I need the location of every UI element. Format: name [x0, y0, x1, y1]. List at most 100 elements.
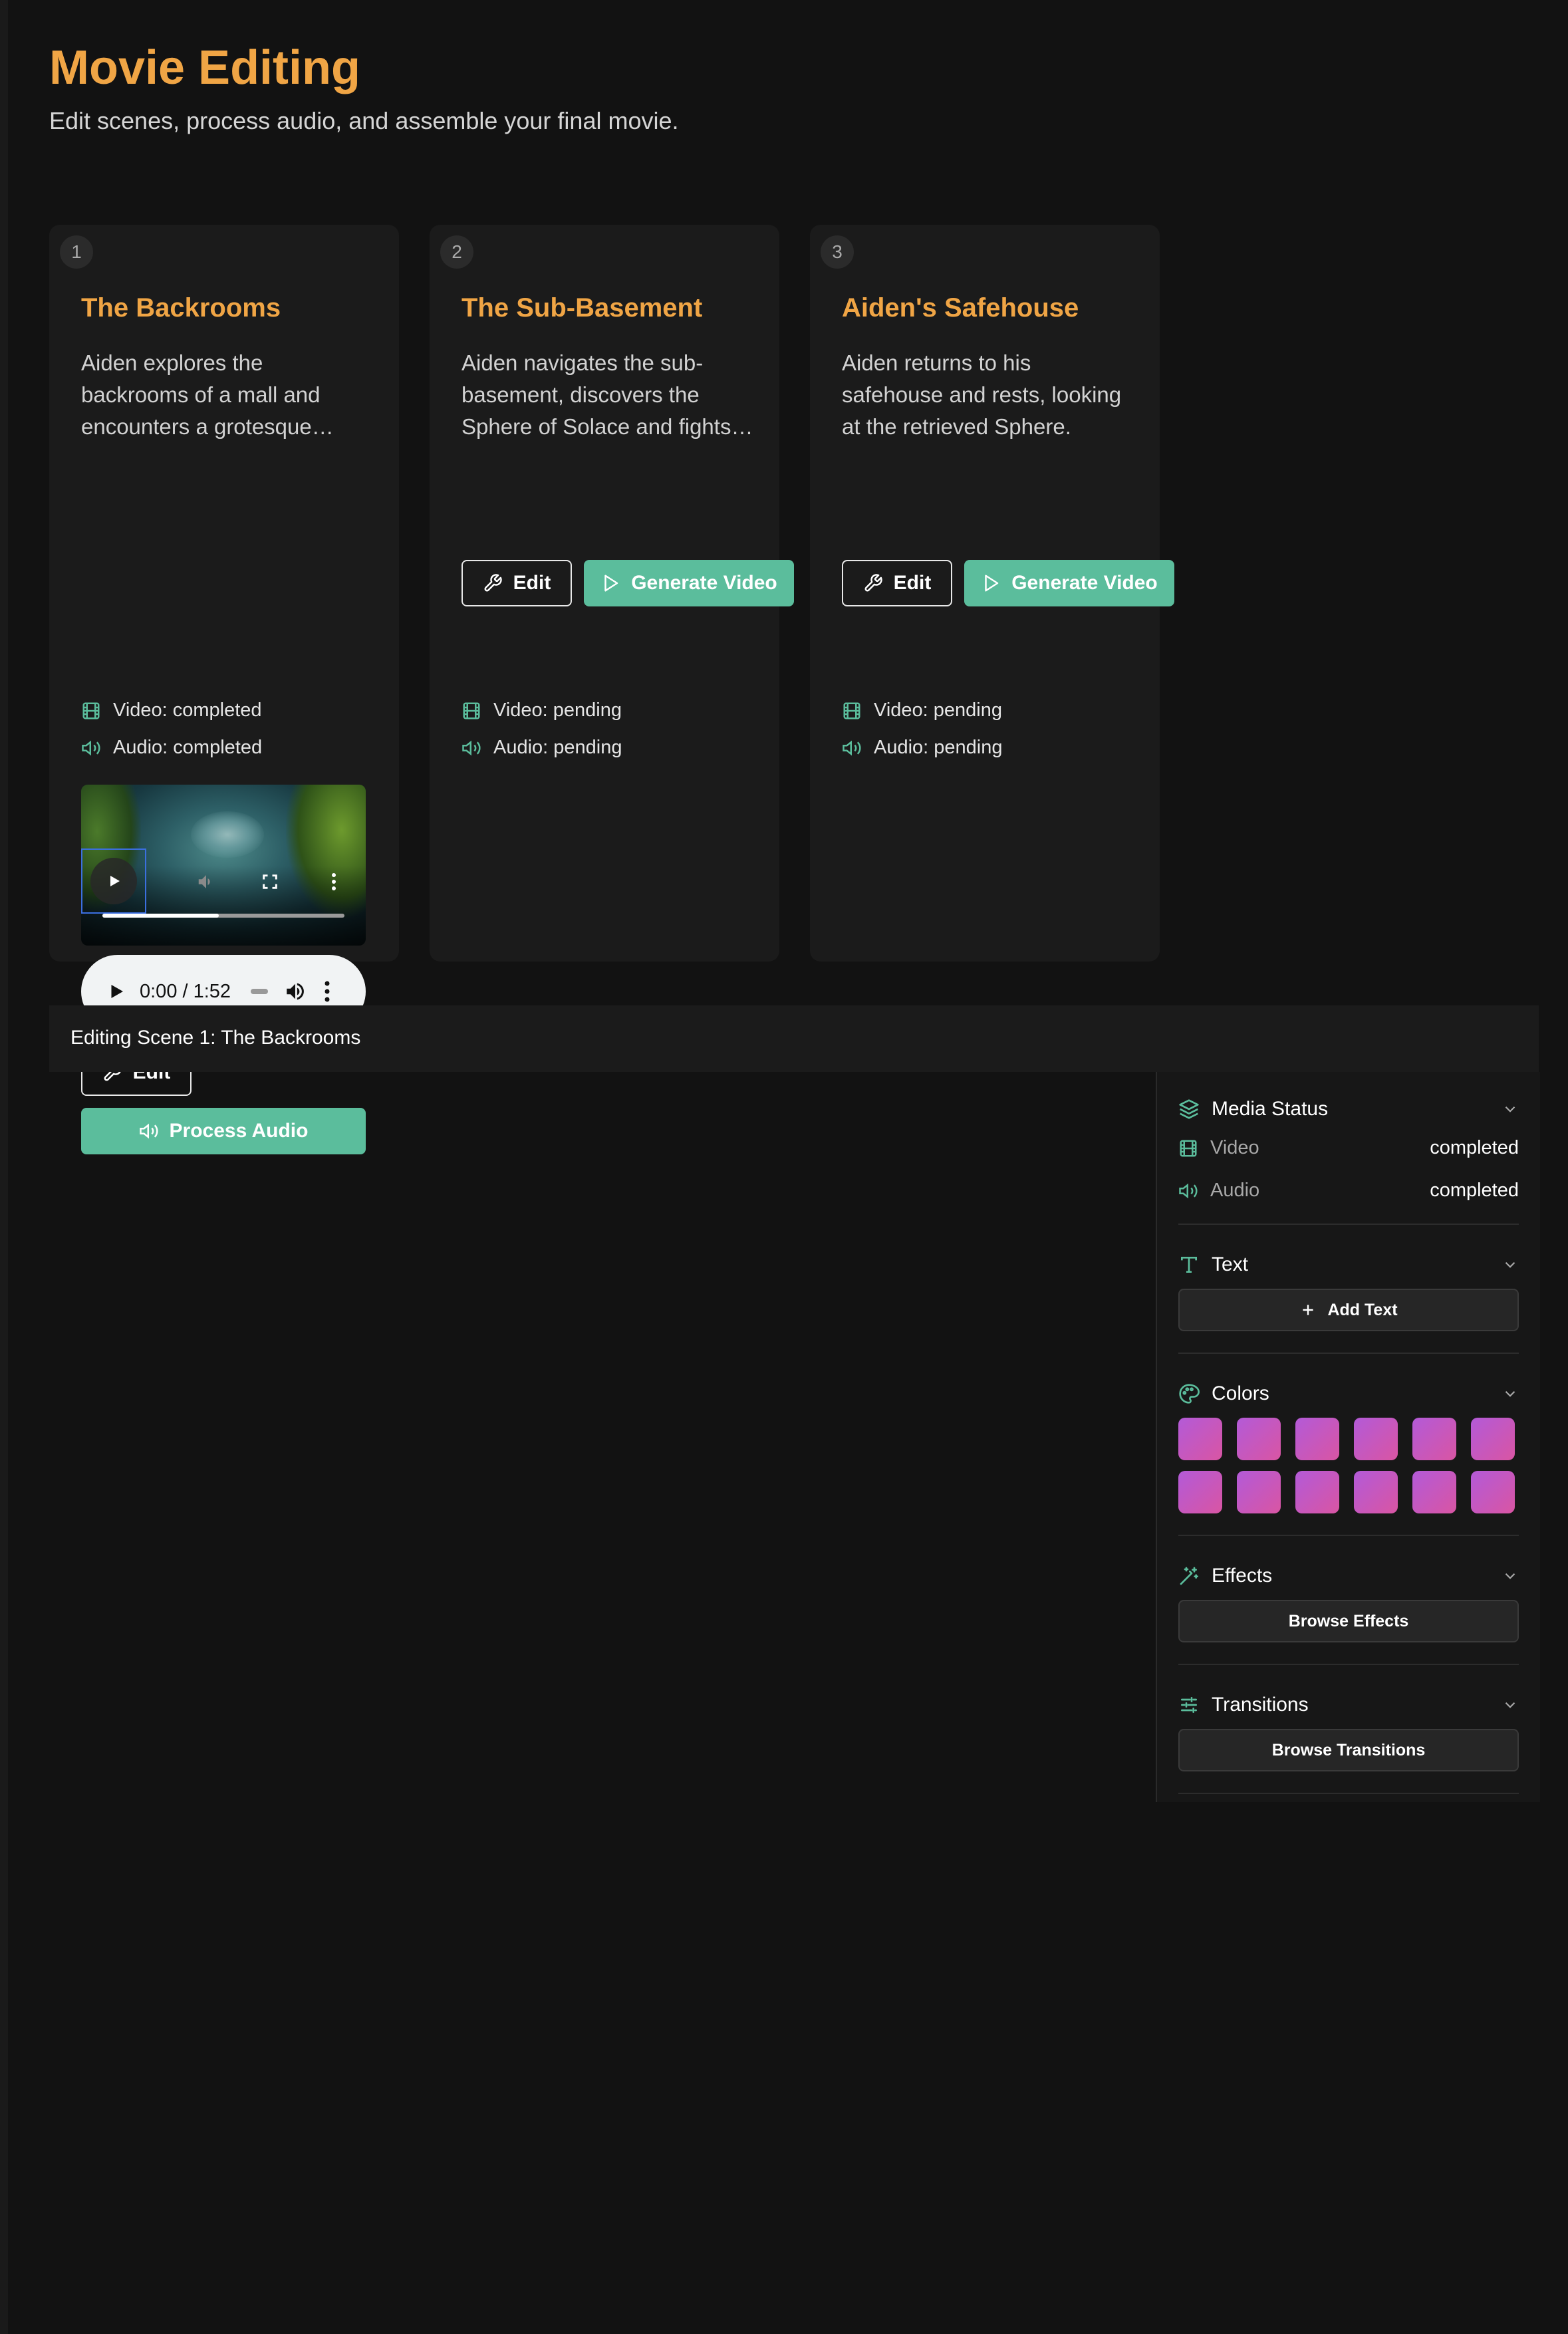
generate-video-label: Generate Video	[631, 572, 777, 594]
transitions-section-header[interactable]: Transitions	[1178, 1692, 1519, 1718]
process-audio-label: Process Audio	[169, 1120, 309, 1142]
audio-status-text: Audio: completed	[113, 737, 263, 758]
color-swatch[interactable]	[1237, 1418, 1281, 1460]
speaker-icon	[843, 740, 861, 755]
scene-card-2: 2 The Sub-Basement Aiden navigates the s…	[430, 225, 794, 962]
chevron-down-icon	[1505, 1573, 1515, 1579]
divider	[1178, 1535, 1519, 1536]
scene-number-badge: 2	[440, 235, 473, 269]
play-icon[interactable]	[106, 981, 126, 1001]
add-text-button[interactable]: Add Text	[1178, 1289, 1519, 1331]
video-progress-bar[interactable]	[102, 914, 344, 918]
media-status-title: Media Status	[1212, 1098, 1329, 1120]
film-icon	[1180, 1140, 1197, 1156]
color-swatch[interactable]	[1354, 1471, 1398, 1513]
text-section-title: Text	[1212, 1253, 1249, 1275]
divider	[1178, 1664, 1519, 1665]
transitions-section-title: Transitions	[1212, 1694, 1309, 1716]
scene-card-3: 3 Aiden's Safehouse Aiden returns to his…	[810, 225, 1174, 962]
color-swatch[interactable]	[1295, 1471, 1339, 1513]
process-audio-button[interactable]: Process Audio	[81, 1108, 366, 1154]
generate-video-label: Generate Video	[1011, 572, 1158, 594]
play-icon	[110, 876, 120, 886]
colors-section-header[interactable]: Colors	[1178, 1380, 1519, 1407]
plus-icon	[1303, 1305, 1314, 1315]
text-section-header[interactable]: Text	[1178, 1251, 1519, 1278]
effects-section-title: Effects	[1212, 1565, 1273, 1587]
scene-description: Aiden explores the backrooms of a mall a…	[81, 350, 321, 439]
generate-video-button[interactable]: Generate Video	[584, 560, 794, 606]
speaker-icon	[139, 1123, 158, 1139]
audio-seek-bar[interactable]	[251, 989, 269, 994]
color-swatch[interactable]	[1178, 1418, 1222, 1460]
editor-header: Editing Scene 1: The Backrooms	[49, 1005, 1539, 1072]
edit-button[interactable]: Edit	[461, 560, 572, 606]
divider	[1178, 1224, 1519, 1225]
editor-title: Editing Scene 1: The Backrooms	[70, 1027, 361, 1049]
video-player[interactable]	[81, 785, 366, 946]
video-more-button[interactable]	[322, 870, 346, 894]
audio-time: 0:00 / 1:52	[140, 980, 231, 1002]
audio-status: Audio: pending	[842, 737, 1003, 759]
video-fullscreen-button[interactable]	[258, 870, 282, 894]
add-text-label: Add Text	[1327, 1300, 1398, 1319]
video-play-button[interactable]	[81, 848, 146, 914]
scene-description: Aiden returns to his safehouse and rests…	[842, 350, 1122, 439]
speaker-icon	[1179, 1183, 1198, 1198]
page-title: Movie Editing	[49, 41, 360, 94]
scene-title: The Backrooms	[81, 293, 281, 323]
speaker-icon	[462, 740, 481, 755]
color-swatch[interactable]	[1295, 1418, 1339, 1460]
color-swatch[interactable]	[1412, 1471, 1456, 1513]
type-icon	[1181, 1257, 1197, 1273]
edit-button[interactable]: Edit	[842, 560, 952, 606]
color-swatch[interactable]	[1237, 1471, 1281, 1513]
left-edge-strip	[0, 0, 8, 2334]
media-status-header[interactable]: Media Status	[1178, 1096, 1519, 1122]
palette-icon	[1179, 1384, 1200, 1404]
media-audio-value: completed	[1430, 1180, 1519, 1201]
speaker-icon	[198, 875, 210, 888]
browse-transitions-button[interactable]: Browse Transitions	[1178, 1729, 1519, 1771]
sliders-icon	[1181, 1697, 1197, 1713]
volume-icon[interactable]	[284, 980, 307, 1003]
media-video-value: completed	[1430, 1137, 1519, 1158]
color-swatch[interactable]	[1471, 1471, 1515, 1513]
divider	[1178, 1793, 1519, 1794]
video-status: Video: completed	[81, 700, 262, 721]
chevron-down-icon	[1505, 1702, 1515, 1708]
layers-icon	[1179, 1099, 1199, 1119]
fullscreen-icon	[263, 874, 277, 889]
wrench-icon	[864, 574, 882, 592]
audio-status-text: Audio: pending	[493, 737, 622, 758]
video-status-text: Video: completed	[113, 700, 262, 721]
film-icon	[463, 702, 480, 719]
audio-status-text: Audio: pending	[874, 737, 1003, 758]
audio-status: Audio: completed	[81, 737, 262, 759]
edit-button-label: Edit	[893, 572, 932, 594]
more-vertical-icon[interactable]	[324, 980, 330, 1003]
video-mute-button[interactable]	[194, 870, 218, 894]
media-video-label: Video	[1210, 1137, 1259, 1158]
generate-video-button[interactable]: Generate Video	[964, 560, 1174, 606]
audio-status: Audio: pending	[461, 737, 622, 759]
color-swatch[interactable]	[1471, 1418, 1515, 1460]
color-swatch[interactable]	[1412, 1418, 1456, 1460]
browse-effects-button[interactable]: Browse Effects	[1178, 1600, 1519, 1642]
scene-card-1: 1 The Backrooms Aiden explores the backr…	[49, 225, 399, 1154]
divider	[1178, 1353, 1519, 1354]
color-swatch[interactable]	[1178, 1471, 1222, 1513]
video-status-text: Video: pending	[493, 700, 622, 721]
color-swatch[interactable]	[1354, 1418, 1398, 1460]
effects-section-header[interactable]: Effects	[1178, 1563, 1519, 1589]
scene-title: The Sub-Basement	[461, 293, 703, 323]
film-icon	[843, 702, 860, 719]
page-subtitle: Edit scenes, process audio, and assemble…	[49, 107, 679, 134]
editor-sidebar: Media Status Video completed Audio compl…	[1156, 1072, 1540, 1802]
wrench-icon	[484, 574, 502, 592]
video-status: Video: pending	[842, 700, 1002, 721]
speaker-icon	[82, 740, 100, 755]
scene-number-badge: 3	[821, 235, 854, 269]
edit-button-label: Edit	[513, 572, 551, 594]
video-frame-detail	[191, 811, 264, 858]
